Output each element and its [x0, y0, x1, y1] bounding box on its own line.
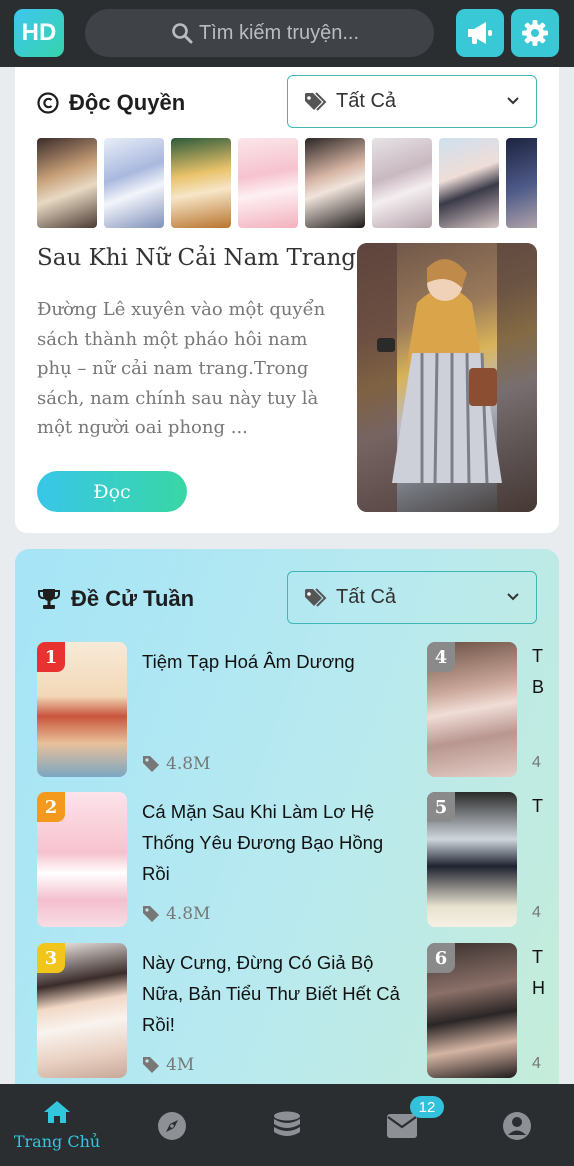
chevron-down-icon: [507, 97, 519, 105]
ranking-item[interactable]: 2 Cá Mặn Sau Khi Làm Lơ Hệ Thống Yêu Đươ…: [37, 792, 417, 927]
view-count: 4.8M: [142, 754, 210, 774]
exclusive-title: Độc Quyền: [69, 90, 186, 115]
exclusive-heading: Độc Quyền: [37, 90, 185, 116]
view-count-value: 4M: [166, 1055, 195, 1075]
comic-thumbnail[interactable]: [37, 138, 97, 228]
view-count: 4.8M: [142, 904, 210, 924]
tags-icon: [305, 587, 327, 607]
tag-icon: [143, 1057, 159, 1073]
view-count-value: 4.8M: [166, 904, 211, 924]
compass-icon: [158, 1112, 186, 1140]
comic-thumbnail[interactable]: [305, 138, 365, 228]
ranking-title[interactable]: Cá Mặn Sau Khi Làm Lơ Hệ Thống Yêu Đương…: [142, 796, 412, 889]
ranking-title-line2: H: [532, 978, 545, 998]
featured-description: Đường Lê xuyên vào một quyển sách thành …: [37, 299, 326, 438]
user-icon: [503, 1112, 531, 1140]
exclusive-section: Độc Quyền Tất Cả Sau Khi Nữ Cải Nam Tran…: [15, 67, 559, 533]
mail-icon: [387, 1114, 417, 1138]
nav-explore[interactable]: [115, 1084, 229, 1166]
app-logo[interactable]: HD: [14, 9, 64, 57]
mail-badge: 12: [410, 1096, 444, 1118]
view-count-value: 4.8M: [166, 754, 211, 774]
rank-badge: 1: [37, 642, 65, 672]
weekly-filter-label: Tất Cả: [336, 586, 397, 608]
ranking-title[interactable]: Tiệm Tạp Hoá Âm Dương: [142, 646, 412, 677]
top-bar: HD Tìm kiếm truyện...: [0, 0, 574, 67]
weekly-heading: Đề Cử Tuần: [37, 586, 194, 612]
ranking-title[interactable]: T: [532, 947, 543, 968]
copyright-icon: [37, 92, 59, 114]
nav-profile[interactable]: [460, 1084, 574, 1166]
nav-home[interactable]: Trang Chủ: [0, 1084, 114, 1166]
featured-cover-image[interactable]: [357, 243, 537, 512]
view-count-value: 4: [532, 1055, 541, 1072]
ranking-item[interactable]: 4 T B 4: [427, 642, 559, 777]
tags-icon: [305, 91, 327, 111]
ranking-title[interactable]: Này Cưng, Đừng Có Giả Bộ Nữa, Bản Tiểu T…: [142, 947, 412, 1040]
tag-icon: [143, 756, 159, 772]
weekly-title: Đề Cử Tuần: [71, 586, 195, 611]
view-count-value: 4: [532, 904, 541, 921]
ranking-item[interactable]: 1 Tiệm Tạp Hoá Âm Dương 4.8M: [37, 642, 417, 777]
view-count-value: 4: [532, 754, 541, 771]
rank-badge: 5: [427, 792, 455, 822]
home-icon: [44, 1101, 70, 1123]
comic-thumbnail[interactable]: [104, 138, 164, 228]
exclusive-filter-label: Tất Cả: [336, 90, 397, 112]
view-count: 4M: [142, 1055, 194, 1075]
ranking-item[interactable]: 6 T H 4: [427, 943, 559, 1078]
nav-messages[interactable]: [345, 1084, 459, 1166]
exclusive-thumbnail-strip[interactable]: [37, 138, 537, 228]
ranking-title-line2: B: [532, 677, 545, 697]
rank-badge: 2: [37, 792, 65, 822]
gear-icon: [522, 20, 548, 46]
search-bar[interactable]: Tìm kiếm truyện...: [85, 9, 434, 57]
ranking-title[interactable]: T: [532, 646, 543, 667]
comic-thumbnail[interactable]: [238, 138, 298, 228]
tag-icon: [143, 906, 159, 922]
comic-thumbnail[interactable]: [372, 138, 432, 228]
rank-badge: 4: [427, 642, 455, 672]
ranking-item[interactable]: 5 T 4: [427, 792, 559, 927]
bottom-navigation: Trang Chủ 12: [0, 1084, 574, 1166]
comic-thumbnail[interactable]: [171, 138, 231, 228]
nav-home-label: Trang Chủ: [13, 1132, 101, 1151]
search-icon: [172, 23, 193, 44]
settings-button[interactable]: [511, 9, 559, 57]
rank-badge: 3: [37, 943, 65, 973]
featured-cover-art: [357, 243, 537, 512]
chevron-down-icon: [507, 593, 519, 601]
nav-library[interactable]: [230, 1084, 344, 1166]
ranking-item[interactable]: 3 Này Cưng, Đừng Có Giả Bộ Nữa, Bản Tiểu…: [37, 943, 417, 1078]
announcement-button[interactable]: [456, 9, 504, 57]
comic-thumbnail[interactable]: [439, 138, 499, 228]
read-button[interactable]: Đọc: [37, 471, 187, 512]
database-icon: [274, 1111, 300, 1136]
rank-badge: 6: [427, 943, 455, 973]
comic-thumbnail[interactable]: [506, 138, 537, 228]
trophy-icon: [38, 589, 60, 609]
search-placeholder: Tìm kiếm truyện...: [199, 21, 360, 44]
weekly-recommend-section: Đề Cử Tuần Tất Cả 1 Tiệm Tạp Hoá Âm Dươn…: [15, 549, 559, 1109]
weekly-filter-dropdown[interactable]: Tất Cả: [287, 571, 537, 624]
featured-title[interactable]: Sau Khi Nữ Cải Nam Trang: [37, 245, 356, 271]
megaphone-icon: [468, 22, 492, 44]
exclusive-filter-dropdown[interactable]: Tất Cả: [287, 75, 537, 128]
ranking-title[interactable]: T: [532, 796, 543, 817]
